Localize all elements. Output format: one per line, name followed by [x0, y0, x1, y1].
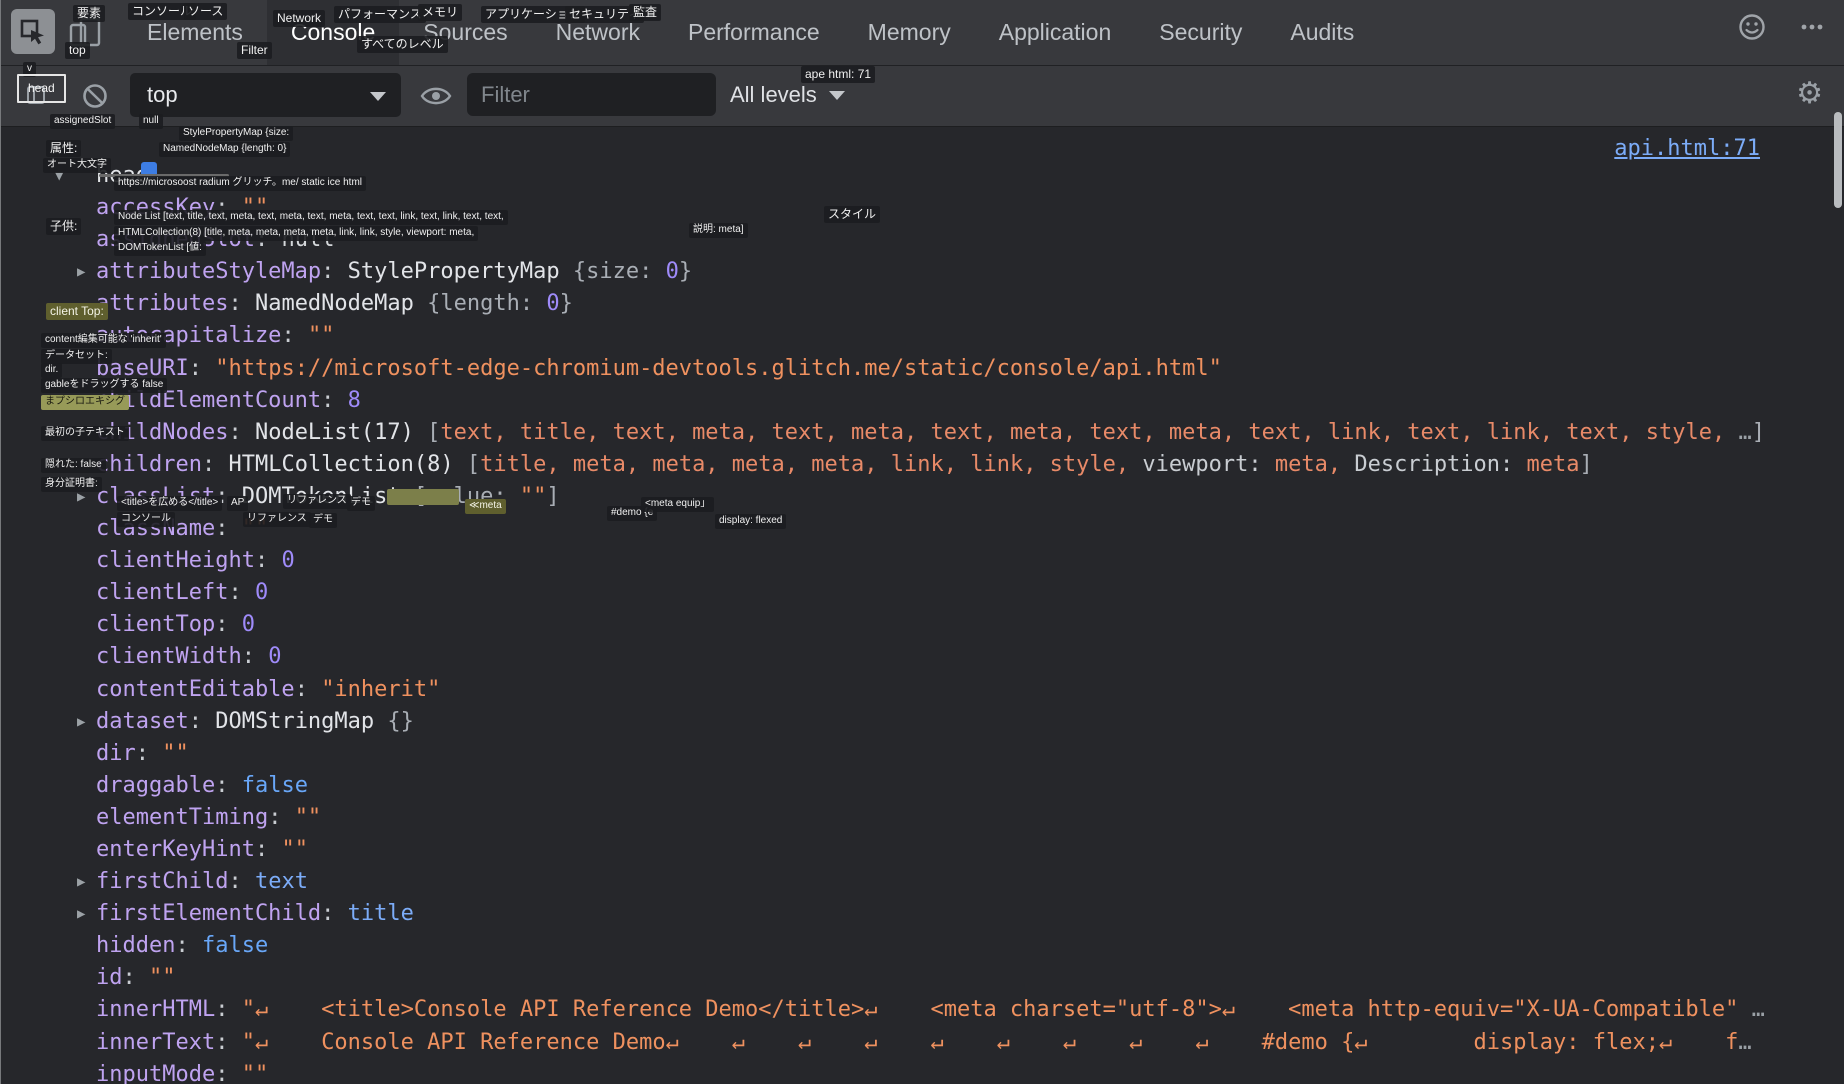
live-expression-eye-icon[interactable]	[419, 80, 453, 112]
console-property-row[interactable]: ▶firstChild: text	[1, 866, 1844, 898]
expand-arrow-icon[interactable]: ▶	[77, 898, 95, 930]
tab-console[interactable]: Console	[267, 0, 399, 65]
console-property-row: clientWidth: 0	[1, 641, 1844, 673]
console-property-row: innerText: "↵ Console API Reference Demo…	[1, 1027, 1844, 1059]
console-property-row[interactable]: ▶dataset: DOMStringMap {}	[1, 706, 1844, 738]
console-property-row[interactable]: ▶classList: DOMTokenList [value: ""]	[1, 481, 1844, 513]
feedback-icon[interactable]	[1737, 12, 1767, 42]
tab-network[interactable]: Network	[532, 0, 664, 65]
console-property-row: clientLeft: 0	[1, 577, 1844, 609]
inspect-cursor-icon	[17, 16, 49, 48]
devtools-window: ElementsConsoleSourcesNetworkPerformance…	[0, 0, 1844, 1084]
chevron-down-icon	[829, 91, 845, 100]
console-property-row: draggable: false	[1, 770, 1844, 802]
console-property-row: clientHeight: 0	[1, 545, 1844, 577]
context-selector-value: top	[147, 82, 178, 108]
log-level-value: All levels	[730, 82, 817, 108]
console-property-row: childNodes: NodeList(17) [text, title, t…	[1, 417, 1844, 449]
console-sidebar-icon[interactable]	[25, 84, 47, 106]
console-rows: ▼headaccessKey: ""assignedSlot: null▶att…	[1, 160, 1844, 1084]
console-property-row: dir: ""	[1, 738, 1844, 770]
source-link[interactable]: api.html:71	[1614, 136, 1760, 161]
console-property-row: contentEditable: "inherit"	[1, 674, 1844, 706]
tab-sources[interactable]: Sources	[399, 0, 531, 65]
expand-arrow-icon[interactable]: ▶	[77, 866, 95, 898]
console-property-row: id: ""	[1, 962, 1844, 994]
console-property-row: assignedSlot: null	[1, 224, 1844, 256]
device-toolbar-button[interactable]	[63, 12, 107, 52]
console-property-row: childElementCount: 8	[1, 385, 1844, 417]
console-property-row: inputMode: ""	[1, 1059, 1844, 1084]
console-property-row: children: HTMLCollection(8) [title, meta…	[1, 449, 1844, 481]
tab-audits[interactable]: Audits	[1266, 0, 1378, 65]
console-property-row: elementTiming: ""	[1, 802, 1844, 834]
console-property-row: hidden: false	[1, 930, 1844, 962]
expand-arrow-icon[interactable]: ▶	[77, 256, 95, 288]
expand-arrow-icon[interactable]: ▶	[77, 481, 95, 513]
settings-gear-icon[interactable]: ⚙	[1796, 76, 1823, 111]
log-level-selector[interactable]: All levels	[730, 73, 845, 117]
console-property-row[interactable]: ▶firstElementChild: title	[1, 898, 1844, 930]
chevron-down-icon	[370, 92, 386, 101]
tab-security[interactable]: Security	[1135, 0, 1266, 65]
console-output: api.html:71 ▼headaccessKey: ""assignedSl…	[1, 127, 1844, 1084]
devtools-tabs: ElementsConsoleSourcesNetworkPerformance…	[123, 0, 1378, 65]
device-toolbar-icon	[68, 16, 102, 48]
console-toolbar: top All levels ⚙	[1, 66, 1844, 127]
tab-elements[interactable]: Elements	[123, 0, 267, 65]
console-property-row: baseURI: "https://microsoft-edge-chromiu…	[1, 353, 1844, 385]
console-property-row[interactable]: ▶attributeStyleMap: StylePropertyMap {si…	[1, 256, 1844, 288]
inspect-element-button[interactable]	[11, 9, 55, 54]
more-options-icon[interactable]	[1797, 12, 1827, 42]
console-property-row: className: ""	[1, 513, 1844, 545]
console-property-row: autocapitalize: ""	[1, 320, 1844, 352]
console-property-row: clientTop: 0	[1, 609, 1844, 641]
clear-console-icon[interactable]	[81, 82, 109, 110]
tab-application[interactable]: Application	[975, 0, 1136, 65]
scrollbar-thumb[interactable]	[1834, 112, 1842, 208]
console-property-row: attributes: NamedNodeMap {length: 0}	[1, 288, 1844, 320]
context-selector[interactable]: top	[130, 73, 401, 117]
console-property-row: accessKey: ""	[1, 192, 1844, 224]
filter-input[interactable]	[467, 73, 716, 116]
devtools-tab-bar: ElementsConsoleSourcesNetworkPerformance…	[1, 0, 1844, 66]
console-property-row[interactable]: ▼head	[1, 160, 1844, 192]
tab-performance[interactable]: Performance	[664, 0, 844, 65]
expand-arrow-icon[interactable]: ▼	[55, 160, 73, 192]
tab-memory[interactable]: Memory	[844, 0, 975, 65]
console-property-row: enterKeyHint: ""	[1, 834, 1844, 866]
console-property-row: innerHTML: "↵ <title>Console API Referen…	[1, 994, 1844, 1026]
expand-arrow-icon[interactable]: ▶	[77, 706, 95, 738]
